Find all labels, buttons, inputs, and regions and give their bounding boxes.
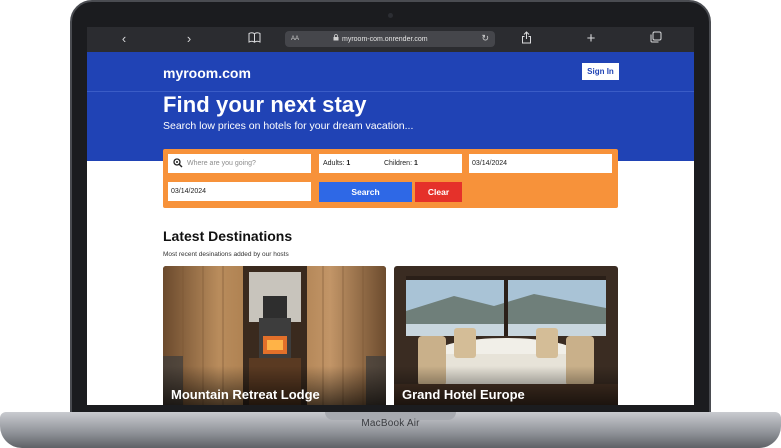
sign-in-button[interactable]: Sign In (582, 63, 619, 80)
forward-icon[interactable]: › (180, 31, 198, 47)
screen: ‹ › AA myroom-com.onrender.com ↻ + myroo… (87, 27, 694, 405)
children-label: Children: (384, 160, 413, 167)
card-title[interactable]: Mountain Retreat Lodge (171, 387, 320, 402)
destination-card-grand-hotel-europe[interactable]: Grand Hotel Europe (394, 266, 618, 405)
lock-icon (333, 34, 339, 43)
page-title: Find your next stay (163, 92, 367, 117)
camera-dot (388, 13, 393, 18)
share-icon[interactable] (517, 31, 535, 47)
url-text: myroom-com.onrender.com (342, 35, 428, 43)
tabs-icon[interactable] (647, 31, 665, 47)
adults-value: 1 (346, 160, 351, 167)
page-subtitle: Search low prices on hotels for your dre… (163, 120, 414, 132)
search-location-icon (173, 158, 183, 168)
destination-placeholder: Where are you going? (187, 160, 256, 167)
card-title[interactable]: Grand Hotel Europe (402, 387, 525, 402)
adults-label: Adults: (323, 160, 345, 167)
children-count[interactable]: Children: 1 (384, 160, 418, 167)
brand-logo[interactable]: myroom.com (163, 65, 251, 81)
check-out-date-field[interactable]: 03/14/2024 (168, 182, 311, 201)
address-bar[interactable]: AA myroom-com.onrender.com ↻ (285, 31, 495, 47)
check-in-date-field[interactable]: 03/14/2024 (469, 154, 612, 173)
browser-toolbar: ‹ › AA myroom-com.onrender.com ↻ + (87, 27, 694, 52)
section-title: Latest Destinations (163, 228, 293, 244)
destination-input[interactable]: Where are you going? (168, 154, 311, 173)
reload-icon[interactable]: ↻ (481, 33, 489, 44)
device-label: MacBook Air (361, 418, 420, 429)
plus-icon[interactable]: + (582, 31, 600, 47)
reader-mode-label[interactable]: AA (291, 36, 299, 42)
search-button[interactable]: Search (319, 182, 412, 202)
destination-card-mountain-retreat-lodge[interactable]: Mountain Retreat Lodge (163, 266, 386, 405)
children-value: 1 (413, 160, 418, 167)
search-form: Where are you going? Adults: 1 Children:… (163, 149, 618, 208)
clear-button[interactable]: Clear (415, 182, 462, 202)
hero-header: myroom.com Sign In Find your next stay S… (87, 52, 694, 161)
book-icon[interactable] (245, 31, 263, 47)
guests-field[interactable]: Adults: 1 Children: 1 (319, 154, 462, 173)
adults-count[interactable]: Adults: 1 (323, 160, 350, 167)
back-icon[interactable]: ‹ (115, 31, 133, 47)
section-subtitle: Most recent desinations added by our hos… (163, 251, 289, 258)
